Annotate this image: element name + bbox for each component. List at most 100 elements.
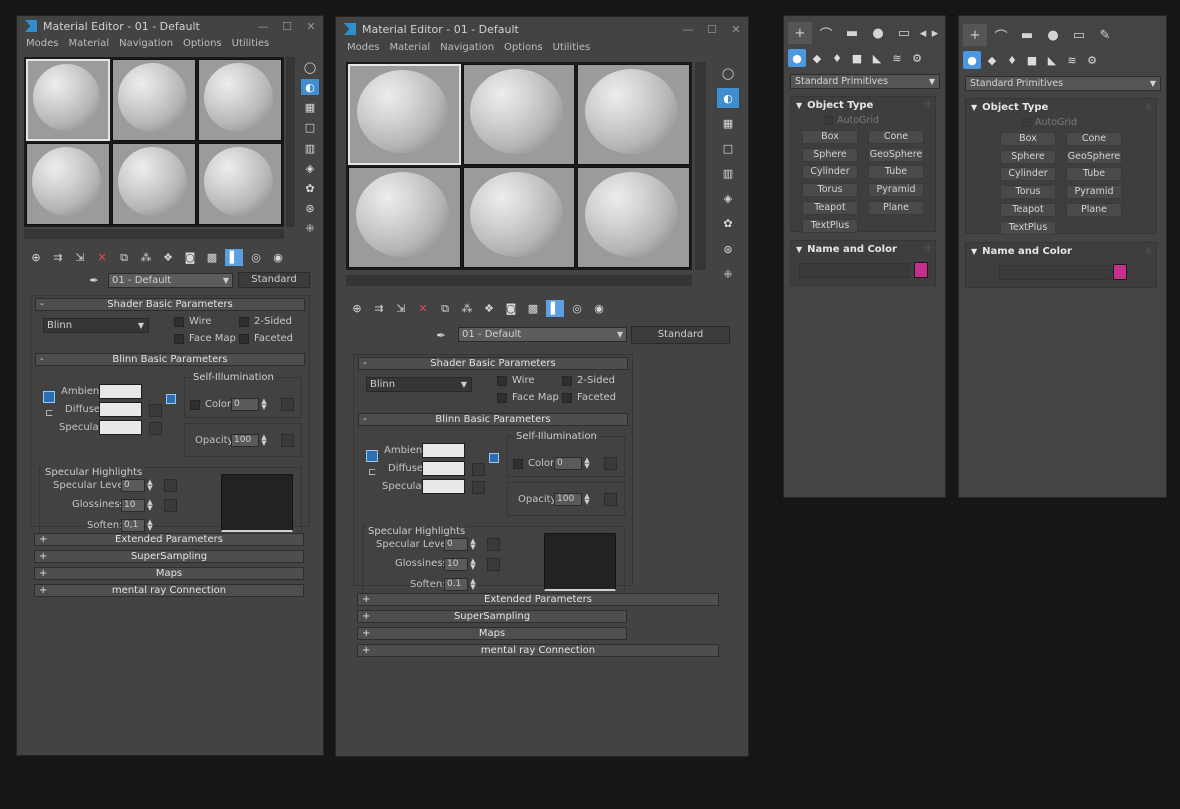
- lock-ambient-diffuse-icon[interactable]: [43, 391, 55, 403]
- self-illum-map-button[interactable]: [604, 457, 617, 470]
- ambient-swatch[interactable]: [422, 443, 465, 458]
- create-tab-icon[interactable]: +: [963, 24, 987, 46]
- helpers-icon[interactable]: ◣: [1043, 51, 1061, 69]
- sample-slot[interactable]: [577, 64, 690, 165]
- lock-ambient-diffuse-icon[interactable]: [366, 450, 378, 462]
- copy-material-icon[interactable]: ⧉: [436, 300, 454, 317]
- cylinder-button[interactable]: Cylinder: [1000, 167, 1056, 181]
- motion-tab-icon[interactable]: ●: [1041, 24, 1065, 46]
- opacity-map-button[interactable]: [281, 434, 294, 447]
- torus-button[interactable]: Torus: [802, 183, 858, 197]
- material-id-icon[interactable]: ◙: [502, 300, 520, 317]
- show-end-result-icon[interactable]: ▌: [546, 300, 564, 317]
- rollout-blinn-basic[interactable]: - Blinn Basic Parameters: [35, 353, 305, 366]
- tube-button[interactable]: Tube: [868, 165, 924, 179]
- title-bar[interactable]: Material Editor - 01 - Default — ☐ ✕: [17, 16, 323, 36]
- checker-icon[interactable]: ▦: [301, 99, 319, 115]
- rollout-shader-basic[interactable]: - Shader Basic Parameters: [358, 357, 628, 370]
- specular-map-button[interactable]: [149, 422, 162, 435]
- motion-tab-icon[interactable]: ●: [866, 22, 890, 44]
- specular-level-map-button[interactable]: [487, 538, 500, 551]
- minimize-button[interactable]: —: [251, 20, 275, 33]
- sphere-icon[interactable]: ◯: [301, 59, 319, 75]
- glossiness-map-button[interactable]: [164, 499, 177, 512]
- select-by-material-icon[interactable]: ⊛: [301, 200, 319, 216]
- menu-utilities[interactable]: Utilities: [548, 42, 596, 58]
- minimize-button[interactable]: —: [676, 23, 700, 36]
- specular-level-map-button[interactable]: [164, 479, 177, 492]
- horizontal-scrollbar[interactable]: [24, 229, 284, 239]
- menu-modes[interactable]: Modes: [342, 42, 384, 58]
- title-bar[interactable]: Material Editor - 01 - Default — ☐ ✕: [336, 19, 748, 39]
- menu-material[interactable]: Material: [384, 42, 435, 58]
- close-button[interactable]: ✕: [299, 20, 323, 33]
- go-forward-sibling-icon[interactable]: ◉: [269, 249, 287, 266]
- textplus-button[interactable]: TextPlus: [1000, 221, 1056, 235]
- cylinder-button[interactable]: Cylinder: [802, 165, 858, 179]
- get-material-icon[interactable]: ⊕: [27, 249, 45, 266]
- rollout-title[interactable]: ▼ Name and Color: [971, 246, 1072, 257]
- specular-swatch[interactable]: [422, 479, 465, 494]
- sample-slot[interactable]: [348, 167, 461, 268]
- sphere-icon[interactable]: ◯: [719, 65, 737, 81]
- assign-material-icon[interactable]: ⇲: [71, 249, 89, 266]
- specular-swatch[interactable]: [99, 420, 142, 435]
- specular-level-spinner[interactable]: 0 ▲ ▼: [121, 479, 153, 492]
- put-to-library-icon[interactable]: ❖: [480, 300, 498, 317]
- specular-level-spinner[interactable]: 0 ▲ ▼: [444, 538, 476, 551]
- lights-icon[interactable]: ♦: [828, 49, 846, 67]
- lights-icon[interactable]: ♦: [1003, 51, 1021, 69]
- go-to-parent-icon[interactable]: ◎: [247, 249, 265, 266]
- go-forward-sibling-icon[interactable]: ◉: [590, 300, 608, 317]
- maximize-button[interactable]: ☐: [275, 20, 299, 33]
- vertical-scrollbar[interactable]: [695, 62, 706, 270]
- make-unique-icon[interactable]: ⁂: [137, 249, 155, 266]
- material-type-button[interactable]: Standard: [238, 272, 310, 288]
- textplus-button[interactable]: TextPlus: [802, 219, 858, 233]
- sample-slot[interactable]: [462, 167, 576, 268]
- menu-navigation[interactable]: Navigation: [114, 38, 178, 54]
- rollout-extended-parameters[interactable]: + Extended Parameters: [34, 533, 304, 546]
- systems-icon[interactable]: ⚙: [908, 49, 926, 67]
- tiling-icon[interactable]: □: [301, 119, 319, 135]
- material-type-button[interactable]: Standard: [631, 326, 730, 344]
- rollout-supersampling[interactable]: + SuperSampling: [34, 550, 304, 563]
- menu-navigation[interactable]: Navigation: [435, 42, 499, 58]
- menu-options[interactable]: Options: [178, 38, 227, 54]
- soften-spinner[interactable]: 0,1 ▲ ▼: [121, 519, 153, 532]
- pyramid-button[interactable]: Pyramid: [1066, 185, 1122, 199]
- faceted-checkbox[interactable]: Faceted: [562, 392, 616, 403]
- menu-material[interactable]: Material: [63, 38, 114, 54]
- self-illum-map-button[interactable]: [281, 398, 294, 411]
- sample-slot[interactable]: [462, 64, 576, 165]
- navigator-icon[interactable]: ⁜: [301, 220, 319, 236]
- eyedropper-icon[interactable]: ✒: [432, 327, 450, 343]
- rollout-extended-parameters[interactable]: + Extended Parameters: [357, 593, 719, 606]
- utilities-tab-icon[interactable]: ✎: [1093, 24, 1117, 46]
- reset-map-icon[interactable]: ✕: [414, 300, 432, 317]
- geometry-icon[interactable]: ●: [963, 51, 981, 69]
- helpers-icon[interactable]: ◣: [868, 49, 886, 67]
- material-name-field[interactable]: 01 - Default ▼: [458, 327, 627, 342]
- sample-slot[interactable]: [348, 64, 461, 165]
- show-map-icon[interactable]: ▩: [524, 300, 542, 317]
- object-name-field[interactable]: [799, 263, 909, 278]
- sample-slot[interactable]: [112, 143, 196, 225]
- shapes-icon[interactable]: ◆: [983, 51, 1001, 69]
- sample-slot[interactable]: [198, 143, 282, 225]
- face-map-checkbox[interactable]: Face Map: [174, 333, 236, 344]
- rollout-mental-ray[interactable]: + mental ray Connection: [34, 584, 304, 597]
- systems-icon[interactable]: ⚙: [1083, 51, 1101, 69]
- self-illum-color-checkbox[interactable]: Color: [513, 458, 554, 469]
- sample-slot[interactable]: [112, 59, 196, 141]
- cameras-icon[interactable]: ■: [1023, 51, 1041, 69]
- rollout-title[interactable]: ▼ Object Type: [971, 102, 1048, 113]
- material-id-icon[interactable]: ◙: [181, 249, 199, 266]
- self-illum-spinner[interactable]: 0 ▲ ▼: [231, 398, 267, 411]
- ambient-swatch[interactable]: [99, 384, 142, 399]
- two-sided-checkbox[interactable]: 2-Sided: [239, 316, 292, 327]
- tiling-icon[interactable]: □: [719, 140, 737, 156]
- video-color-icon[interactable]: ▥: [301, 140, 319, 156]
- object-color-swatch[interactable]: [914, 262, 928, 278]
- options-icon[interactable]: ✿: [719, 215, 737, 231]
